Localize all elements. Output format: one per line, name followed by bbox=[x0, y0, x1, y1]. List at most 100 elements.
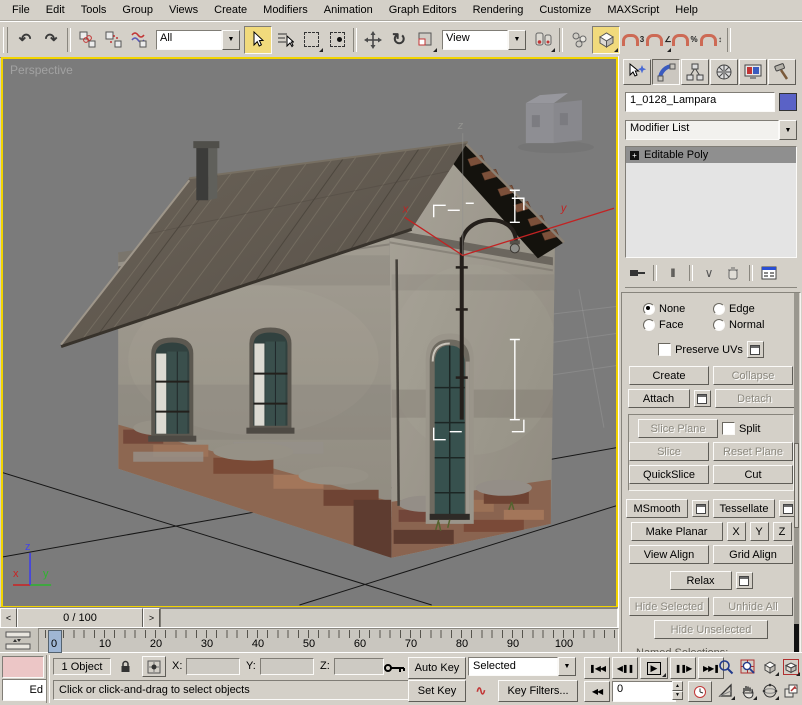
window-crossing-toggle-icon[interactable] bbox=[324, 27, 350, 53]
slice-button[interactable]: Slice bbox=[629, 442, 709, 461]
constraint-edge-radio[interactable] bbox=[713, 303, 725, 315]
macro-recorder-pane[interactable] bbox=[2, 656, 44, 678]
expand-icon[interactable]: + bbox=[630, 151, 639, 160]
create-button[interactable]: Create bbox=[629, 366, 709, 385]
toolbar-grip[interactable] bbox=[3, 27, 8, 53]
menu-modifiers[interactable]: Modifiers bbox=[255, 2, 316, 18]
previous-frame-icon[interactable]: ◀❚❚ bbox=[612, 657, 638, 679]
bind-to-space-warp-icon[interactable] bbox=[126, 27, 152, 53]
menu-animation[interactable]: Animation bbox=[316, 2, 381, 18]
view-align-button[interactable]: View Align bbox=[629, 545, 709, 564]
time-slider-track[interactable] bbox=[160, 608, 618, 628]
collapse-button[interactable]: Collapse bbox=[713, 366, 793, 385]
menu-group[interactable]: Group bbox=[114, 2, 161, 18]
reset-plane-button[interactable]: Reset Plane bbox=[713, 442, 793, 461]
tab-hierarchy-icon[interactable] bbox=[681, 59, 709, 85]
select-and-move-icon[interactable] bbox=[360, 27, 386, 53]
mini-curve-editor-button[interactable] bbox=[5, 631, 33, 653]
key-mode-dropdown[interactable]: Selected ▼ bbox=[468, 657, 576, 676]
menu-file[interactable]: File bbox=[4, 2, 38, 18]
cut-button[interactable]: Cut bbox=[713, 465, 793, 484]
preserve-uvs-settings-button[interactable] bbox=[747, 341, 764, 358]
coordinate-system-dropdown[interactable]: View ▼ bbox=[442, 30, 526, 50]
viewport-scene[interactable]: x y z x y z Perspective bbox=[3, 59, 616, 606]
auto-key-button[interactable]: Auto Key bbox=[408, 657, 466, 679]
zoom-extents-all-icon[interactable] bbox=[781, 657, 801, 677]
tab-motion-icon[interactable] bbox=[710, 59, 738, 85]
make-unique-icon[interactable]: ∨ bbox=[697, 263, 721, 283]
selection-lock-icon[interactable] bbox=[116, 657, 134, 674]
pin-stack-icon[interactable] bbox=[625, 263, 649, 283]
tab-modify-icon[interactable] bbox=[652, 59, 680, 85]
spinner-snap-toggle-icon[interactable]: ↕ bbox=[698, 27, 724, 53]
chevron-down-icon[interactable]: ▼ bbox=[558, 657, 576, 676]
play-icon[interactable]: ▶ bbox=[640, 657, 668, 679]
configure-modifier-sets-icon[interactable] bbox=[757, 263, 781, 283]
pan-icon[interactable] bbox=[738, 681, 758, 701]
menu-maxscript[interactable]: MAXScript bbox=[599, 2, 667, 18]
select-by-name-icon[interactable] bbox=[272, 27, 298, 53]
angle-snap-toggle-icon[interactable]: ∠ bbox=[646, 27, 672, 53]
tab-create-icon[interactable] bbox=[623, 59, 651, 85]
key-filters-button[interactable]: Key Filters... bbox=[498, 680, 578, 702]
attach-settings-button[interactable] bbox=[694, 390, 711, 407]
remove-modifier-icon[interactable] bbox=[721, 263, 745, 283]
select-and-link-icon[interactable] bbox=[74, 27, 100, 53]
default-tangents-icon[interactable]: ∿ bbox=[470, 681, 492, 700]
key-mode-value[interactable]: Selected bbox=[468, 657, 558, 676]
constraint-none-radio[interactable] bbox=[643, 303, 655, 315]
detach-button[interactable]: Detach bbox=[715, 389, 795, 408]
preserve-uvs-checkbox[interactable] bbox=[658, 343, 671, 356]
menu-customize[interactable]: Customize bbox=[531, 2, 599, 18]
constraint-face-radio[interactable] bbox=[643, 319, 655, 331]
x-coord-field[interactable] bbox=[186, 658, 240, 675]
relax-button[interactable]: Relax bbox=[670, 571, 732, 590]
next-frame-icon[interactable]: ❚❚▶ bbox=[670, 657, 696, 679]
hide-unselected-button[interactable]: Hide Unselected bbox=[654, 620, 768, 639]
menu-create[interactable]: Create bbox=[206, 2, 255, 18]
relax-settings-button[interactable] bbox=[736, 572, 753, 589]
object-color-swatch[interactable] bbox=[779, 93, 797, 111]
show-end-result-icon[interactable]: ‖ bbox=[661, 263, 685, 283]
planar-x-button[interactable]: X bbox=[727, 522, 746, 541]
snaps-toggle-icon[interactable] bbox=[592, 26, 620, 54]
hide-selected-button[interactable]: Hide Selected bbox=[629, 597, 709, 616]
object-name-field[interactable]: 1_0128_Lampara bbox=[625, 92, 775, 112]
grid-align-button[interactable]: Grid Align bbox=[713, 545, 793, 564]
tessellate-button[interactable]: Tessellate bbox=[713, 499, 775, 518]
planar-z-button[interactable]: Z bbox=[773, 522, 792, 541]
menu-views[interactable]: Views bbox=[161, 2, 206, 18]
go-to-start-icon[interactable]: ❚◀◀ bbox=[584, 657, 610, 679]
make-planar-button[interactable]: Make Planar bbox=[631, 522, 723, 541]
maxscript-mini-listener[interactable]: Ed bbox=[2, 679, 47, 701]
constraint-normal-radio[interactable] bbox=[713, 319, 725, 331]
set-key-button[interactable]: Set Key bbox=[408, 680, 466, 702]
percent-snap-toggle-icon[interactable]: % bbox=[672, 27, 698, 53]
time-slider-thumb[interactable]: 0 / 100 bbox=[17, 608, 143, 628]
frame-spinner[interactable]: ▲▼ bbox=[672, 681, 683, 700]
track-bar[interactable]: 0 10 20 30 40 50 60 70 80 90 100 bbox=[0, 627, 618, 653]
selection-filter-value[interactable]: All bbox=[156, 30, 222, 50]
window-left-1[interactable] bbox=[148, 338, 196, 442]
quickslice-button[interactable]: QuickSlice bbox=[629, 465, 709, 484]
window-left-2[interactable] bbox=[246, 327, 294, 433]
unhide-all-button[interactable]: Unhide All bbox=[713, 597, 793, 616]
unlink-selection-icon[interactable] bbox=[100, 27, 126, 53]
arc-rotate-icon[interactable] bbox=[760, 681, 780, 701]
undo-icon[interactable]: ↶ bbox=[12, 27, 38, 53]
key-mode-toggle-icon[interactable]: ◀◀ bbox=[584, 681, 610, 702]
menu-graph-editors[interactable]: Graph Editors bbox=[381, 2, 465, 18]
keyboard-shortcut-override-icon[interactable] bbox=[384, 661, 406, 675]
menu-rendering[interactable]: Rendering bbox=[465, 2, 532, 18]
msmooth-button[interactable]: MSmooth bbox=[626, 499, 688, 518]
slice-plane-button[interactable]: Slice Plane bbox=[638, 419, 718, 438]
menu-edit[interactable]: Edit bbox=[38, 2, 73, 18]
menu-tools[interactable]: Tools bbox=[73, 2, 115, 18]
time-configuration-icon[interactable] bbox=[688, 681, 712, 702]
redo-icon[interactable]: ↷ bbox=[38, 27, 64, 53]
selection-filter-dropdown[interactable]: All ▼ bbox=[156, 30, 240, 50]
field-of-view-icon[interactable] bbox=[716, 681, 736, 701]
modifier-list-dropdown[interactable]: Modifier List ▼ bbox=[625, 120, 797, 140]
previous-frame-arrow[interactable]: < bbox=[0, 608, 17, 628]
absolute-mode-icon[interactable] bbox=[142, 656, 166, 677]
